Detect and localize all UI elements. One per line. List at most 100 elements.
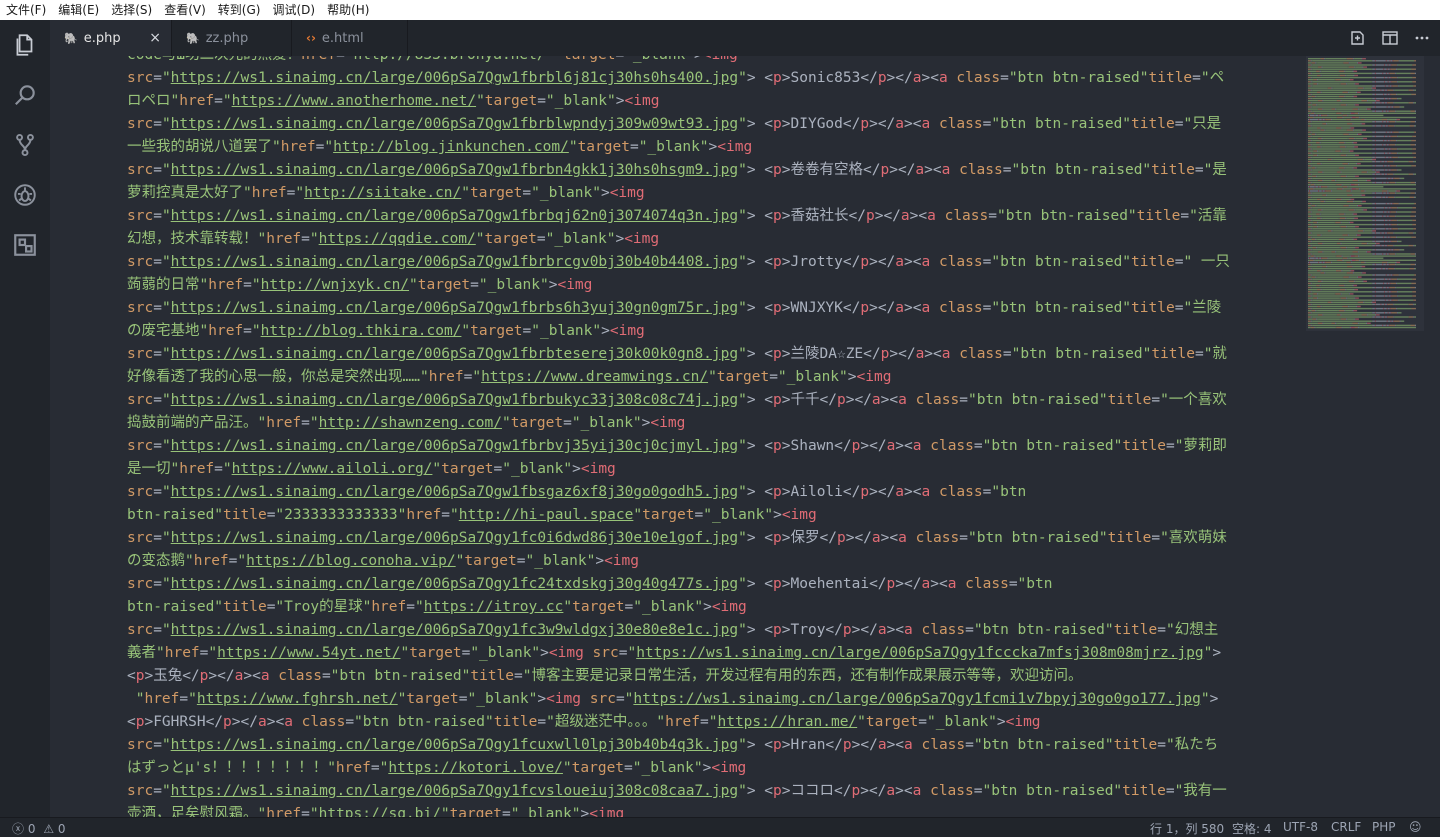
code-line[interactable]: <p>玉兔</p></a><a class="btn btn-raised"ti…: [127, 665, 1307, 688]
smiley-icon[interactable]: ☺: [1409, 820, 1422, 834]
code-line[interactable]: 蒟蒻的日常"href="http://wnjxyk.cn/"target="_b…: [127, 274, 1307, 297]
menu-go[interactable]: 转到(G): [212, 0, 267, 20]
code-line[interactable]: 壶酒，足矣慰风霜。"href="https://sq.bi/"target="_…: [127, 803, 1307, 817]
code-line[interactable]: src="https://ws1.sinaimg.cn/large/006pSa…: [127, 343, 1307, 366]
code-link[interactable]: https://www.dreamwings.cn/: [481, 369, 708, 385]
code-link[interactable]: https://blog.conoha.vip/: [246, 553, 456, 569]
code-link[interactable]: http://hi-paul.space: [459, 507, 634, 523]
code-link[interactable]: https://ws1.sinaimg.cn/large/006pSa7Qgy1…: [171, 530, 738, 546]
code-content[interactable]: code与Ш功二次元的热爱？href="http://833.bronya.ne…: [127, 56, 1307, 817]
code-line[interactable]: src="https://ws1.sinaimg.cn/large/006pSa…: [127, 67, 1307, 90]
code-line[interactable]: 一些我的胡说八道罢了"href="http://blog.jinkunchen.…: [127, 136, 1307, 159]
code-link[interactable]: https://ws1.sinaimg.cn/large/006pSa7Qgw1…: [171, 208, 738, 224]
files-icon[interactable]: [0, 20, 50, 70]
code-link[interactable]: https://ws1.sinaimg.cn/large/006pSa7Qgw1…: [171, 438, 738, 454]
code-line[interactable]: btn-raised"title="Troy的星球"href="https://…: [127, 596, 1307, 619]
code-link[interactable]: https://qqdie.com/: [319, 231, 476, 247]
language-mode[interactable]: PHP: [1372, 820, 1396, 834]
code-line[interactable]: src="https://ws1.sinaimg.cn/large/006pSa…: [127, 205, 1307, 228]
code-link[interactable]: https://ws1.sinaimg.cn/large/006pSa7Qgw1…: [171, 300, 738, 316]
problems-indicator[interactable]: ⓧ 0 ⚠ 0: [12, 820, 66, 837]
code-line[interactable]: はずっとμ's！！！！！！！！"href="https://kotori.lov…: [127, 757, 1307, 780]
code-line[interactable]: 萝莉控真是太好了"href="http://siitake.cn/"target…: [127, 182, 1307, 205]
code-line[interactable]: 捣鼓前端的产品汪。"href="http://shawnzeng.com/"ta…: [127, 412, 1307, 435]
code-line[interactable]: src="https://ws1.sinaimg.cn/large/006pSa…: [127, 159, 1307, 182]
code-line[interactable]: "href="https://www.fghrsh.net/"target="_…: [127, 688, 1307, 711]
code-line[interactable]: btn-raised"title="2333333333333"href="ht…: [127, 504, 1307, 527]
split-editor-icon[interactable]: [1381, 30, 1399, 46]
code-line[interactable]: <p>FGHRSH</p></a><a class="btn btn-raise…: [127, 711, 1307, 734]
code-link[interactable]: https://ws1.sinaimg.cn/large/006pSa7Qgy1…: [636, 645, 1203, 661]
code-link[interactable]: https://itroy.cc: [424, 599, 564, 615]
more-actions-icon[interactable]: [1413, 30, 1431, 46]
code-link[interactable]: https://ws1.sinaimg.cn/large/006pSa7Qgw1…: [171, 484, 738, 500]
code-line[interactable]: src="https://ws1.sinaimg.cn/large/006pSa…: [127, 573, 1307, 596]
line-ending[interactable]: CRLF: [1331, 820, 1361, 834]
code-link[interactable]: https://ws1.sinaimg.cn/large/006pSa7Qgy1…: [171, 783, 738, 799]
menu-edit[interactable]: 编辑(E): [52, 0, 105, 20]
code-link[interactable]: http://blog.jinkunchen.com/: [333, 139, 569, 155]
code-link[interactable]: https://www.fghrsh.net/: [197, 691, 398, 707]
code-line[interactable]: src="https://ws1.sinaimg.cn/large/006pSa…: [127, 527, 1307, 550]
code-line[interactable]: code与Ш功二次元的热爱？href="http://833.bronya.ne…: [127, 56, 1307, 67]
code-line[interactable]: 義者"href="https://www.54yt.net/"target="_…: [127, 642, 1307, 665]
vertical-scrollbar[interactable]: [1426, 56, 1440, 817]
indentation[interactable]: 空格: 4: [1232, 820, 1272, 837]
code-link[interactable]: https://ws1.sinaimg.cn/large/006pSa7Qgw1…: [171, 346, 738, 362]
source-control-icon[interactable]: [0, 120, 50, 170]
code-line[interactable]: 是一切"href="https://www.ailoli.org/"target…: [127, 458, 1307, 481]
code-line[interactable]: src="https://ws1.sinaimg.cn/large/006pSa…: [127, 780, 1307, 803]
code-link[interactable]: http://siitake.cn/: [304, 185, 461, 201]
code-line[interactable]: src="https://ws1.sinaimg.cn/large/006pSa…: [127, 251, 1307, 274]
menu-file[interactable]: 文件(F): [0, 0, 52, 20]
code-line[interactable]: src="https://ws1.sinaimg.cn/large/006pSa…: [127, 435, 1307, 458]
code-link[interactable]: https://ws1.sinaimg.cn/large/006pSa7Qgy1…: [171, 622, 738, 638]
search-icon[interactable]: [0, 70, 50, 120]
code-link[interactable]: http://wnjxyk.cn/: [261, 277, 409, 293]
code-link[interactable]: https://www.anotherhome.net/: [232, 93, 476, 109]
code-link[interactable]: https://ws1.sinaimg.cn/large/006pSa7Qgw1…: [171, 116, 738, 132]
code-link[interactable]: https://ws1.sinaimg.cn/large/006pSa7Qgy1…: [171, 737, 738, 753]
minimap-stroke: [1400, 106, 1405, 108]
extensions-icon[interactable]: [0, 220, 50, 270]
minimap-stroke: [1311, 240, 1313, 243]
code-line[interactable]: の变态鹅"href="https://blog.conoha.vip/"targ…: [127, 550, 1307, 573]
code-link[interactable]: https://www.54yt.net/: [217, 645, 400, 661]
code-line[interactable]: 幻想，技术靠转载！"href="https://qqdie.com/"targe…: [127, 228, 1307, 251]
code-link[interactable]: https://ws1.sinaimg.cn/large/006pSa7Qgw1…: [171, 392, 738, 408]
code-link[interactable]: https://www.ailoli.org/: [232, 461, 433, 477]
code-line[interactable]: src="https://ws1.sinaimg.cn/large/006pSa…: [127, 389, 1307, 412]
code-token: p: [773, 392, 782, 408]
code-line[interactable]: src="https://ws1.sinaimg.cn/large/006pSa…: [127, 619, 1307, 642]
code-line[interactable]: src="https://ws1.sinaimg.cn/large/006pSa…: [127, 113, 1307, 136]
code-link[interactable]: http://shawnzeng.com/: [319, 415, 502, 431]
code-line[interactable]: src="https://ws1.sinaimg.cn/large/006pSa…: [127, 734, 1307, 757]
code-link[interactable]: https://ws1.sinaimg.cn/large/006pSa7Qgw1…: [171, 254, 738, 270]
minimap[interactable]: [1306, 56, 1424, 331]
code-link[interactable]: https://ws1.sinaimg.cn/large/006pSa7Qgw1…: [171, 70, 738, 86]
menu-debug[interactable]: 调试(D): [266, 0, 321, 20]
code-link[interactable]: http://blog.thkira.com/: [261, 323, 462, 339]
code-link[interactable]: https://ws1.sinaimg.cn/large/006pSa7Qgy1…: [633, 691, 1200, 707]
open-changes-icon[interactable]: [1349, 30, 1367, 46]
menu-help[interactable]: 帮助(H): [321, 0, 375, 20]
code-line[interactable]: ロペロ"href="https://www.anotherhome.net/"t…: [127, 90, 1307, 113]
encoding[interactable]: UTF-8: [1283, 820, 1318, 834]
code-link[interactable]: https://ws1.sinaimg.cn/large/006pSa7Qgw1…: [171, 162, 738, 178]
tab-e-html[interactable]: ‹› e.html: [292, 20, 408, 56]
code-link[interactable]: https://ws1.sinaimg.cn/large/006pSa7Qgy1…: [171, 576, 738, 592]
code-link[interactable]: https://kotori.love/: [388, 760, 563, 776]
code-line[interactable]: src="https://ws1.sinaimg.cn/large/006pSa…: [127, 481, 1307, 504]
code-link[interactable]: https://hran.me/: [717, 714, 857, 730]
close-icon[interactable]: ×: [149, 30, 161, 46]
tab-e-php[interactable]: 🐘 e.php ×: [50, 20, 172, 56]
code-line[interactable]: 好像看透了我的心思一般，你总是突然出现……"href="https://www.…: [127, 366, 1307, 389]
debug-icon[interactable]: [0, 170, 50, 220]
menu-view[interactable]: 查看(V): [158, 0, 212, 20]
code-line[interactable]: の废宅基地"href="http://blog.thkira.com/"targ…: [127, 320, 1307, 343]
cursor-position[interactable]: 行 1，列 580: [1150, 820, 1224, 837]
code-editor[interactable]: code与Ш功二次元的热爱？href="http://833.bronya.ne…: [50, 56, 1440, 817]
code-line[interactable]: src="https://ws1.sinaimg.cn/large/006pSa…: [127, 297, 1307, 320]
menu-selection[interactable]: 选择(S): [105, 0, 158, 20]
tab-zz-php[interactable]: 🐘 zz.php: [172, 20, 292, 56]
